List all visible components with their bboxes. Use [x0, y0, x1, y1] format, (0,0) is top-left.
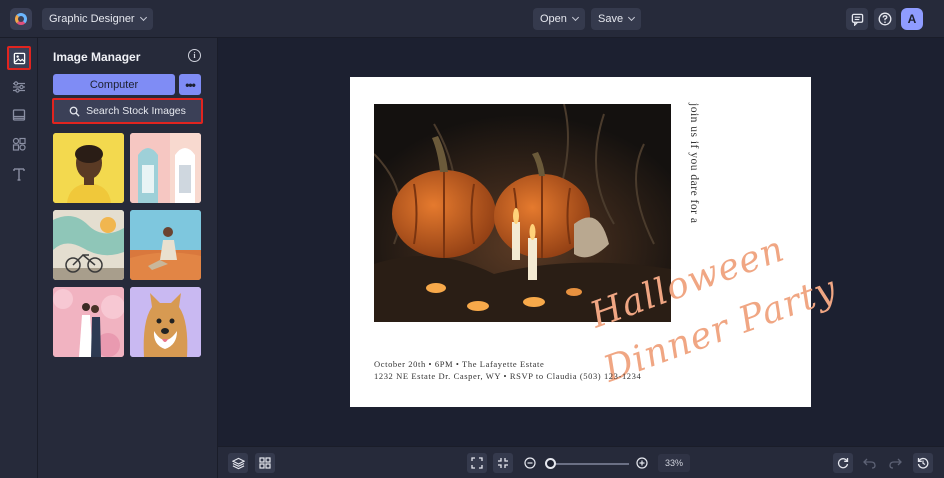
zoom-out-icon[interactable] [524, 457, 536, 469]
mode-label: Graphic Designer [49, 13, 135, 25]
undo-icon [862, 458, 876, 469]
help-icon [878, 12, 892, 26]
redo-icon [888, 458, 902, 469]
rail-text-tool[interactable] [7, 162, 31, 186]
chevron-down-icon [628, 13, 636, 22]
bottom-toolbar: 33% [218, 446, 944, 478]
history-button[interactable] [913, 453, 933, 473]
save-dropdown[interactable]: Save [591, 8, 642, 30]
compress-icon [498, 458, 508, 468]
user-avatar[interactable]: A [901, 8, 923, 30]
actual-size-button[interactable] [493, 453, 513, 473]
rail-layout-tool[interactable] [7, 103, 31, 127]
layers-button[interactable] [228, 453, 248, 473]
upload-computer-button[interactable]: Computer [53, 74, 175, 95]
panel-title: Image Manager [53, 50, 141, 64]
thumbnail-colorful-doors[interactable] [130, 133, 201, 203]
rail-elements-tool[interactable] [7, 132, 31, 156]
text-icon [13, 168, 25, 181]
grid-icon [259, 457, 271, 469]
top-bar: Graphic Designer Open Save A [0, 0, 944, 38]
help-button[interactable] [874, 8, 896, 30]
undo-button[interactable] [859, 453, 879, 473]
image-icon [13, 52, 25, 64]
stock-label: Search Stock Images [86, 105, 186, 117]
tool-rail [0, 38, 38, 478]
info-icon[interactable]: i [188, 49, 201, 62]
redo-button[interactable] [885, 453, 905, 473]
rail-image-tool[interactable] [7, 46, 31, 70]
side-tagline-text: join us if you dare for a [688, 103, 700, 224]
sliders-icon [13, 81, 25, 93]
app-logo[interactable] [10, 8, 32, 30]
save-label: Save [598, 13, 624, 25]
elements-icon [12, 137, 26, 151]
reset-button[interactable] [833, 453, 853, 473]
expand-icon [471, 457, 483, 469]
search-icon [69, 106, 80, 117]
history-icon [917, 457, 929, 469]
layout-icon [12, 109, 26, 121]
comment-button[interactable] [846, 8, 868, 30]
zoom-slider-handle[interactable] [545, 458, 556, 469]
thumbnail-portrait-woman[interactable] [53, 133, 124, 203]
grid-button[interactable] [255, 453, 275, 473]
fit-screen-button[interactable] [467, 453, 487, 473]
thumbnail-man-on-sand[interactable] [130, 210, 201, 280]
zoom-level[interactable]: 33% [658, 454, 690, 472]
rail-adjust-tool[interactable] [7, 75, 31, 99]
chevron-down-icon [571, 13, 579, 22]
open-dropdown[interactable]: Open [533, 8, 585, 30]
zoom-slider-track[interactable] [551, 463, 629, 465]
search-stock-images-button[interactable]: Search Stock Images [52, 98, 203, 124]
open-label: Open [540, 13, 567, 25]
zoom-in-icon[interactable] [636, 457, 648, 469]
thumbnail-wedding-couple[interactable] [53, 287, 124, 357]
comment-icon [851, 13, 863, 26]
layers-icon [231, 457, 245, 469]
side-tagline[interactable]: join us if you dare for a [682, 103, 702, 223]
refresh-icon [837, 458, 849, 469]
chevron-down-icon [139, 13, 147, 22]
more-options-button[interactable]: ••• [179, 74, 201, 95]
mode-dropdown[interactable]: Graphic Designer [42, 8, 153, 30]
thumbnail-bicycle-mural[interactable] [53, 210, 124, 280]
thumbnail-shiba-dog[interactable] [130, 287, 201, 357]
design-page[interactable]: join us if you dare for a Halloween Dinn… [350, 77, 842, 407]
image-manager-panel: Image Manager i Computer ••• Search Stoc… [38, 38, 218, 478]
event-details-line2[interactable]: 1232 NE Estate Dr. Casper, WY • RSVP to … [374, 371, 641, 381]
event-details-line1[interactable]: October 20th • 6PM • The Lafayette Estat… [374, 359, 544, 369]
